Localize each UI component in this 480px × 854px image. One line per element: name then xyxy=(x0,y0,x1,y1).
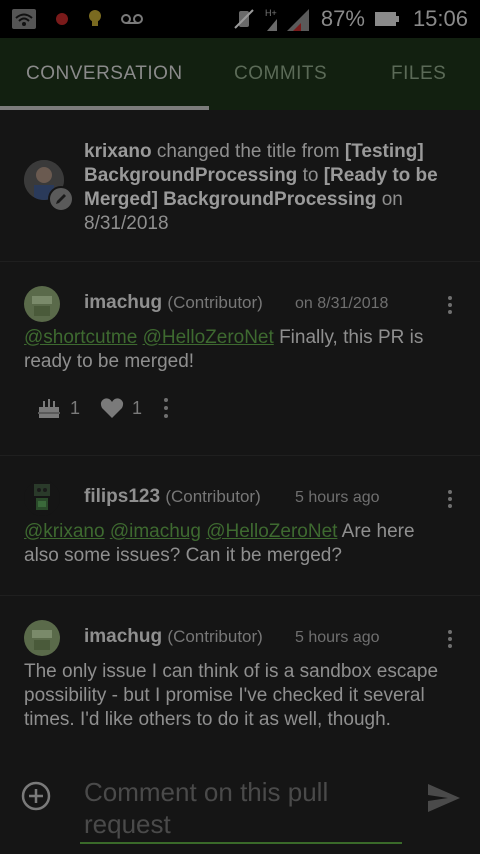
avatar[interactable] xyxy=(24,620,60,656)
comment-menu-icon[interactable] xyxy=(440,627,460,651)
comment-item: imachug (Contributor) on 8/31/2018 @shor… xyxy=(0,262,480,456)
battery-percent: 87% xyxy=(320,6,365,31)
comment-author: filips123 (Contributor) xyxy=(84,486,261,507)
status-bar: H+ 87% 15:06 xyxy=(0,0,480,38)
tab-files[interactable]: FILES xyxy=(391,38,446,110)
conversation-timeline[interactable]: krixano changed the title from [Testing]… xyxy=(0,110,480,764)
pencil-icon xyxy=(48,186,74,212)
network-type-label: H+ xyxy=(265,8,277,18)
heart-icon xyxy=(100,398,124,418)
reaction-menu-icon[interactable] xyxy=(162,398,170,418)
add-circle-icon xyxy=(21,781,51,811)
comment-timestamp: 5 hours ago xyxy=(295,489,380,506)
send-button[interactable] xyxy=(426,780,462,816)
cake-icon xyxy=(38,399,60,418)
comment-timestamp: 5 hours ago xyxy=(295,629,380,646)
heart-count: 1 xyxy=(132,397,143,418)
comment-item: imachug (Contributor) 5 hours ago The on… xyxy=(0,596,480,764)
avatar[interactable] xyxy=(24,480,60,516)
comment-author: imachug (Contributor) xyxy=(84,626,263,647)
tab-conversation[interactable]: CONVERSATION xyxy=(26,38,183,110)
title-change-text: krixano changed the title from [Testing]… xyxy=(84,141,438,234)
comment-menu-icon[interactable] xyxy=(440,293,460,317)
lightbulb-icon xyxy=(88,9,102,29)
clock: 15:06 xyxy=(412,6,468,31)
comment-author: imachug (Contributor) xyxy=(84,292,263,313)
comment-item: filips123 (Contributor) 5 hours ago @kri… xyxy=(0,456,480,596)
voicemail-icon xyxy=(120,12,144,26)
comment-input-placeholder: Comment on this pull request xyxy=(84,777,329,839)
comment-input[interactable]: Comment on this pull request xyxy=(84,776,402,842)
tab-commits[interactable]: COMMITS xyxy=(234,38,327,110)
add-attachment-button[interactable] xyxy=(20,780,52,812)
title-change-event: krixano changed the title from [Testing]… xyxy=(0,110,480,262)
comment-body: @shortcutme @HelloZeroNet Finally, this … xyxy=(24,327,424,372)
wifi-icon xyxy=(12,9,36,29)
signal-icon: H+ xyxy=(265,7,311,31)
comment-body: @krixano @imachug @HelloZeroNet Are here… xyxy=(24,521,415,566)
comment-menu-icon[interactable] xyxy=(440,487,460,511)
notification-dot-icon xyxy=(54,11,70,27)
comment-body: The only issue I can think of is a sandb… xyxy=(24,661,439,730)
avatar[interactable] xyxy=(24,286,60,322)
reactions-bar: 1 1 xyxy=(36,396,170,420)
mute-icon xyxy=(233,8,255,30)
tab-bar: CONVERSATION COMMITS FILES xyxy=(0,38,480,110)
input-underline xyxy=(80,842,402,844)
heart-reaction[interactable]: 1 xyxy=(100,397,142,419)
event-username[interactable]: krixano xyxy=(84,141,152,162)
cake-count: 1 xyxy=(70,397,81,418)
comment-timestamp: on 8/31/2018 xyxy=(295,295,389,312)
send-icon xyxy=(428,784,460,812)
event-date: 8/31/2018 xyxy=(84,213,169,234)
cake-reaction[interactable]: 1 xyxy=(36,396,80,420)
battery-icon xyxy=(374,11,399,27)
